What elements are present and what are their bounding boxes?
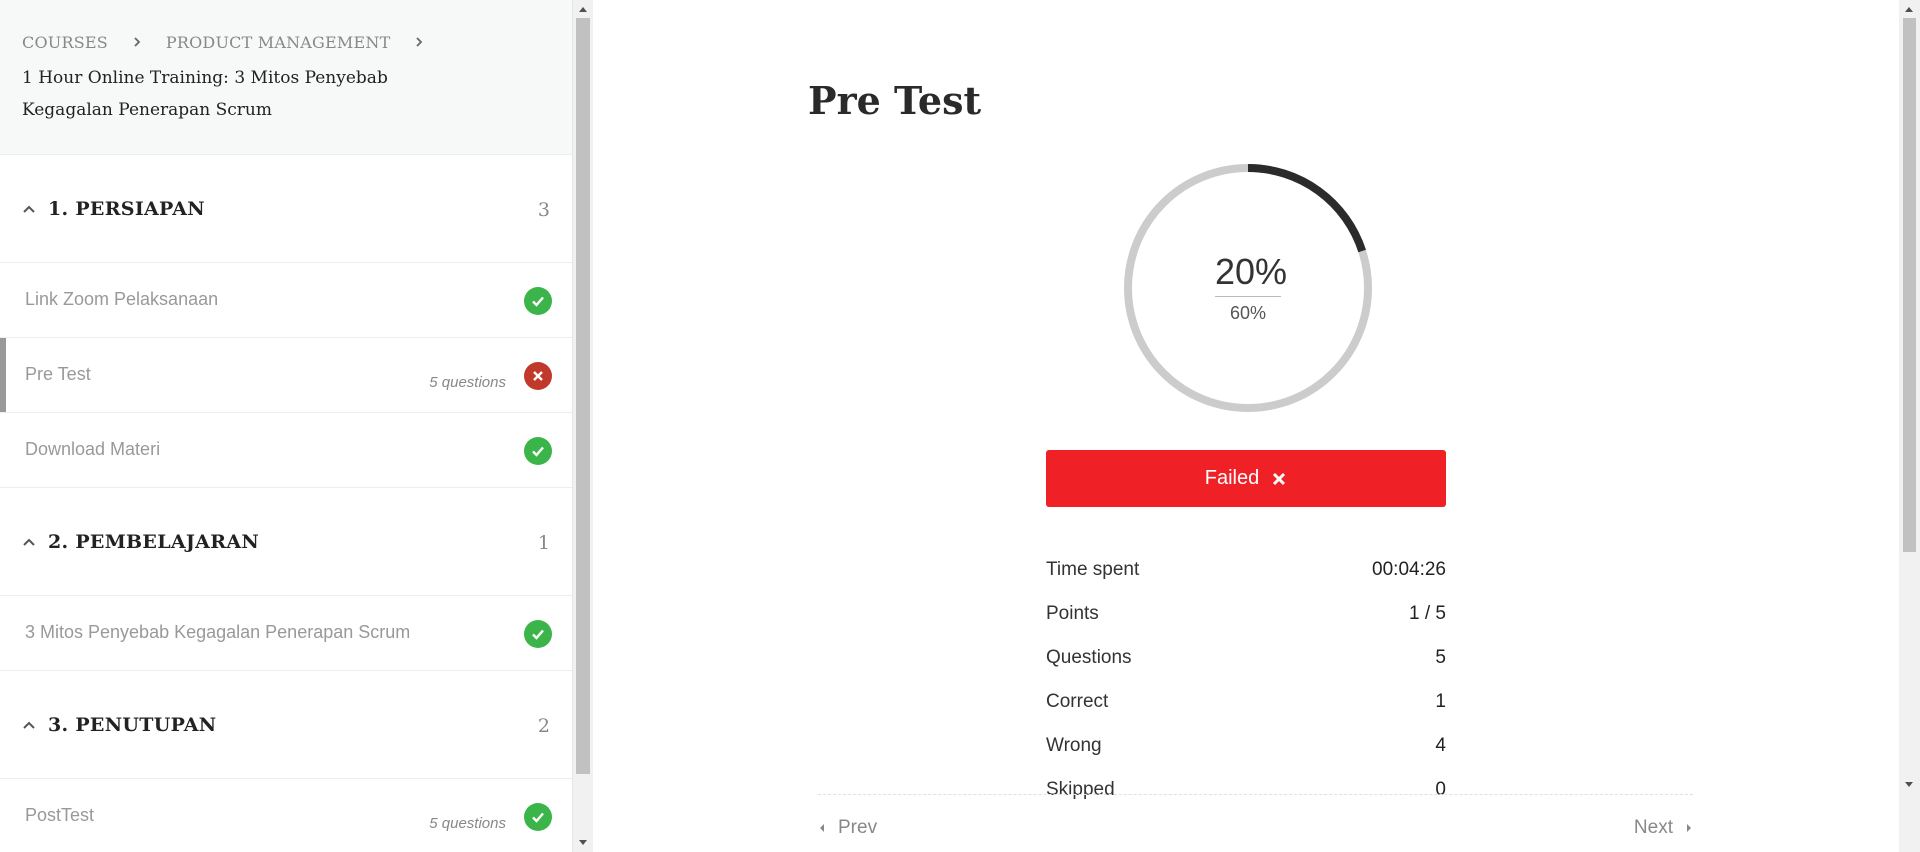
sidebar-header: COURSES PRODUCT MANAGEMENT 1 Hour Online… [0,0,572,155]
main-scrollbar-thumb[interactable] [1903,18,1916,552]
lesson-item-3-mitos[interactable]: 3 Mitos Penyebab Kegagalan Penerapan Scr… [0,596,572,671]
stat-label: Correct [1046,691,1109,712]
result-label: Failed [1204,467,1260,489]
lesson-navigation: Prev Next [818,794,1693,852]
lesson-item-pre-test[interactable]: Pre Test 5 questions [0,338,572,413]
lesson-title: 3 Mitos Penyebab Kegagalan Penerapan Scr… [25,622,411,642]
score-percentage: 20% [1215,252,1287,297]
result-failed-button[interactable]: Failed [1046,450,1446,507]
section-lesson-count: 3 [537,199,550,221]
stat-row: Questions 5 [1046,636,1446,680]
course-title: 1 Hour Online Training: 3 Mitos Penyebab… [22,68,388,120]
lesson-item-download-materi[interactable]: Download Materi [0,413,572,488]
prev-label: Prev [838,817,878,838]
stat-row: Correct 1 [1046,680,1446,724]
lesson-item-posttest[interactable]: PostTest 5 questions [0,779,572,852]
check-circle-icon [524,803,552,831]
section-header-pembelajaran[interactable]: 2. PEMBELAJARAN 1 [0,488,572,596]
stat-value: 4 [1435,735,1446,756]
sidebar-scrollbar[interactable] [573,0,593,852]
section-header-penutupan[interactable]: 3. PENUTUPAN 2 [0,671,572,779]
stat-value: 00:04:26 [1372,559,1446,580]
close-icon [1271,471,1287,487]
stat-row: Time spent 00:04:26 [1046,548,1446,592]
check-circle-icon [524,620,552,648]
course-curriculum-sidebar: COURSES PRODUCT MANAGEMENT 1 Hour Online… [0,0,573,852]
chevron-up-icon [22,718,36,732]
section-lesson-count: 1 [537,532,550,554]
sidebar-scrollbar-thumb[interactable] [576,18,590,774]
caret-right-icon [1685,823,1693,833]
breadcrumb: COURSES PRODUCT MANAGEMENT [22,30,550,54]
quiz-result-panel: Pre Test 20% 60% Failed Time spent 00:04:… [593,0,1899,852]
scroll-down-arrow-icon[interactable] [578,838,588,848]
section-title: 1. PERSIAPAN [48,197,205,220]
breadcrumb-courses-link[interactable]: COURSES [22,33,108,52]
stat-label: Wrong [1046,735,1102,756]
lesson-title: Pre Test [25,364,91,384]
section-lesson-count: 2 [537,715,550,737]
lesson-title: Link Zoom Pelaksanaan [25,289,219,309]
lesson-question-count: 5 questions [429,374,506,391]
check-circle-icon [524,437,552,465]
scroll-up-arrow-icon[interactable] [578,4,588,14]
prev-lesson-link[interactable]: Prev [818,817,877,839]
chevron-right-icon [414,37,424,47]
stat-value: 1 [1435,691,1446,712]
lesson-item-link-zoom[interactable]: Link Zoom Pelaksanaan [0,263,572,338]
next-lesson-link[interactable]: Next [1634,817,1693,839]
score-ring-center: 20% 60% [1120,160,1376,416]
stat-label: Time spent [1046,559,1140,580]
stat-value: 5 [1435,647,1446,668]
check-circle-icon [524,287,552,315]
lesson-title: Download Materi [25,439,161,459]
quiz-stats: Time spent 00:04:26 Points 1 / 5 Questions 5 C… [1046,548,1446,812]
chevron-up-icon [22,202,36,216]
stat-row: Points 1 / 5 [1046,592,1446,636]
stat-row: Wrong 4 [1046,724,1446,768]
next-label: Next [1633,817,1673,838]
stat-label: Questions [1046,647,1132,668]
passing-grade: 60% [1229,303,1267,323]
caret-left-icon [818,823,826,833]
score-ring: 20% 60% [1120,160,1376,416]
chevron-up-icon [22,535,36,549]
lesson-question-count: 5 questions [429,815,506,832]
stat-label: Points [1046,603,1099,624]
section-title: 2. PEMBELAJARAN [48,530,260,553]
main-scrollbar[interactable] [1899,0,1920,852]
page-title: Pre Test [808,78,982,123]
scroll-down-arrow-icon[interactable] [1904,780,1914,790]
section-title: 3. PENUTUPAN [48,713,217,736]
section-header-persiapan[interactable]: 1. PERSIAPAN 3 [0,155,572,263]
lesson-title: PostTest [25,805,95,825]
breadcrumb-category-link[interactable]: PRODUCT MANAGEMENT [166,33,391,52]
chevron-right-icon [132,37,142,47]
scroll-up-arrow-icon[interactable] [1904,4,1914,14]
stat-value: 1 / 5 [1409,603,1446,624]
x-circle-icon [524,362,552,390]
